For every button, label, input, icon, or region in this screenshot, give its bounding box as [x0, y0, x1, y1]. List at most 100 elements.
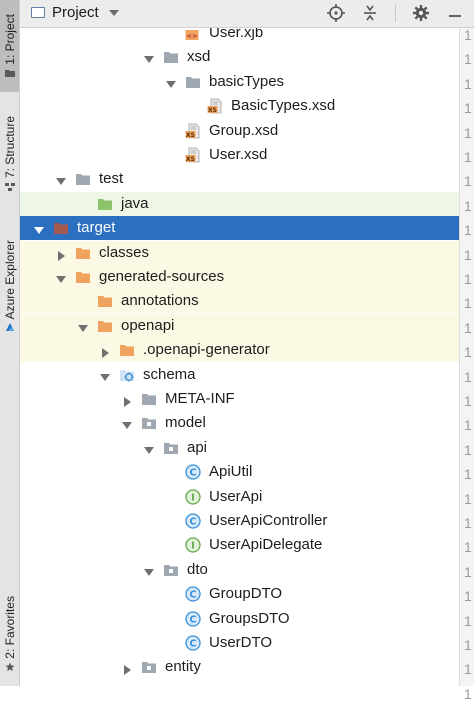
collapsed-arrow-icon[interactable] — [122, 662, 132, 676]
project-tree[interactable]: <> User.xjb xsd basicTypes XS BasicTypes.xsd X… — [20, 28, 459, 686]
tree-row[interactable]: I UserApiDelegate — [20, 533, 459, 557]
expanded-arrow-icon[interactable] — [166, 77, 176, 88]
locate-icon — [327, 4, 345, 22]
line-number: 1 — [464, 563, 472, 580]
line-number: 1 — [464, 685, 472, 702]
collapse-all-button[interactable] — [361, 4, 379, 22]
tree-row[interactable]: java — [20, 191, 459, 216]
class-icon: C — [185, 513, 201, 529]
tree-row[interactable]: openapi — [20, 313, 459, 338]
tree-row[interactable]: classes — [20, 240, 459, 265]
collapsed-arrow-icon[interactable] — [122, 394, 132, 407]
settings-button[interactable] — [412, 4, 430, 22]
collapsed-arrow-icon[interactable] — [56, 248, 66, 261]
expanded-arrow-icon[interactable] — [78, 321, 88, 332]
hide-button[interactable] — [446, 4, 464, 22]
folder-icon — [4, 69, 15, 77]
tree-row-label: classes — [99, 243, 150, 261]
gear-icon — [413, 5, 429, 21]
tree-row-label: target — [77, 219, 116, 237]
tree-row-label: Group.xsd — [209, 121, 279, 139]
tree-row[interactable]: <> User.xjb — [20, 28, 459, 45]
tree-row[interactable]: C GroupDTO — [20, 582, 459, 606]
locate-button[interactable] — [327, 4, 345, 22]
folder-orange-icon — [75, 269, 91, 285]
svg-text:I: I — [191, 541, 195, 552]
tree-row-label: UserApiDelegate — [209, 536, 323, 554]
tree-row-label: schema — [143, 365, 196, 383]
tree-row[interactable]: C GroupsDTO — [20, 607, 459, 631]
line-number: 1 — [464, 173, 472, 190]
azure-explorer-tool-label: Azure Explorer — [2, 239, 17, 320]
azure-explorer-tool-tab[interactable]: Azure Explorer — [0, 228, 19, 344]
tree-row[interactable]: xsd — [20, 45, 459, 69]
tree-row-label: generated-sources — [99, 268, 225, 285]
editor-gutter: 1 1 1 1 1 1 1 1 1 1 1 1 1 1 1 1 1 1 1 1 1 1 1 1 1 1 1 1 — [459, 27, 474, 702]
package-icon — [141, 659, 157, 675]
svg-text:<>: <> — [187, 32, 198, 40]
expanded-arrow-icon[interactable] — [144, 52, 154, 64]
tree-row[interactable]: model — [20, 411, 459, 435]
tree-row-label: User.xsd — [209, 146, 268, 163]
view-selector[interactable]: Project — [31, 4, 119, 21]
tree-row[interactable]: XS Group.xsd — [20, 119, 459, 143]
tree-row[interactable]: basicTypes — [20, 70, 459, 94]
expanded-arrow-icon[interactable] — [34, 223, 44, 235]
line-number: 1 — [464, 271, 472, 287]
svg-text:XS: XS — [186, 131, 195, 138]
svg-text:C: C — [190, 468, 197, 479]
line-number: 1 — [464, 197, 472, 214]
project-tool-tab[interactable]: 1: Project — [0, 0, 19, 92]
favorites-tool-tab[interactable]: 2: Favorites — [0, 584, 19, 684]
tree-row[interactable]: C UserDTO — [20, 631, 459, 655]
folder-gray-icon — [141, 391, 157, 407]
tree-row-label: basicTypes — [209, 72, 285, 90]
tree-row-label: api — [187, 438, 208, 456]
expanded-arrow-icon[interactable] — [144, 565, 154, 576]
expanded-arrow-icon[interactable] — [56, 174, 66, 186]
tree-row[interactable]: XS User.xsd — [20, 143, 459, 167]
line-number: 1 — [464, 344, 472, 361]
tree-row[interactable]: .openapi-generator — [20, 338, 459, 363]
expanded-arrow-icon[interactable] — [100, 370, 110, 381]
tree-row[interactable]: schema — [20, 363, 459, 387]
tree-row[interactable]: generated-sources — [20, 265, 459, 289]
tree-row-label: entity — [165, 658, 201, 676]
structure-tool-tab[interactable]: 7: Structure — [0, 108, 19, 200]
line-number: 1 — [464, 27, 472, 43]
tree-row[interactable]: META-INF — [20, 387, 459, 411]
folder-orange-icon — [97, 293, 113, 309]
xsd-file-icon: XS — [207, 98, 223, 114]
tree-row[interactable]: annotations — [20, 289, 459, 314]
tree-row[interactable]: C UserApiController — [20, 509, 459, 533]
tree-row-label: UserApiController — [209, 512, 328, 529]
tree-row[interactable]: api — [20, 436, 459, 460]
collapsed-arrow-icon[interactable] — [100, 345, 110, 359]
tree-row-label: UserApi — [209, 487, 263, 505]
expanded-arrow-icon[interactable] — [56, 272, 66, 283]
svg-text:C: C — [190, 639, 197, 650]
expanded-arrow-icon[interactable] — [122, 418, 132, 430]
tree-row[interactable]: C ApiUtil — [20, 460, 459, 484]
source-root-icon — [119, 367, 135, 383]
expanded-arrow-icon[interactable] — [144, 443, 154, 454]
line-number: 1 — [464, 612, 472, 629]
line-number: 1 — [464, 441, 472, 458]
tree-row-label: java — [121, 194, 149, 212]
class-icon: C — [185, 635, 201, 651]
tree-row[interactable]: target — [20, 216, 459, 241]
chevron-down-icon — [108, 9, 119, 16]
tree-row[interactable]: dto — [20, 558, 459, 582]
folder-gray-icon — [163, 49, 179, 65]
svg-text:C: C — [190, 614, 197, 625]
tree-row[interactable]: XS BasicTypes.xsd — [20, 94, 459, 118]
star-icon — [5, 662, 14, 671]
tree-row-label: openapi — [121, 316, 175, 334]
tree-row[interactable]: I UserApi — [20, 485, 459, 509]
tree-row[interactable]: test — [20, 167, 459, 191]
tree-row-label: User.xjb — [209, 28, 264, 41]
package-icon — [163, 440, 179, 456]
xsd-file-icon: XS — [185, 123, 201, 139]
line-number: 1 — [464, 417, 472, 434]
tree-row[interactable]: entity — [20, 655, 459, 679]
